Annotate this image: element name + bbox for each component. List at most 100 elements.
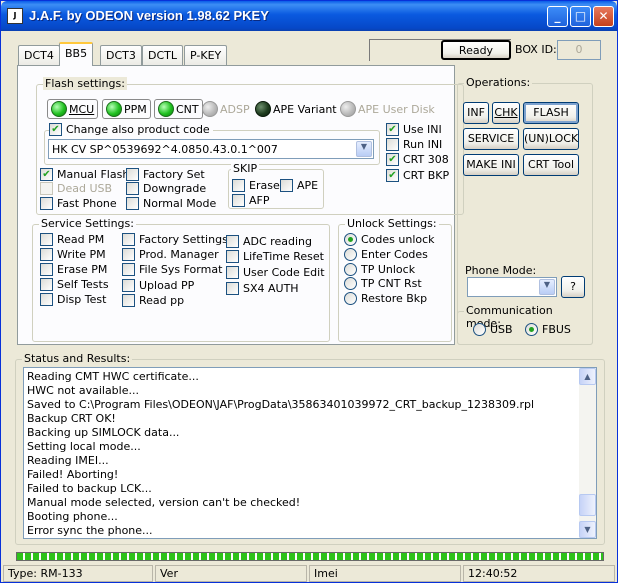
lifetime-reset-label: LifeTime Reset [243, 250, 324, 263]
disp-test-checkbox[interactable]: Disp Test [40, 293, 106, 306]
checkbox-icon [40, 248, 53, 261]
scroll-thumb[interactable] [579, 494, 596, 516]
crt-308-checkbox[interactable]: CRT 308 [386, 153, 449, 166]
prod-manager-checkbox[interactable]: Prod. Manager [122, 248, 219, 261]
log-line: Manual mode selected, version can't be c… [27, 496, 301, 509]
service-settings-title: Service Settings: [39, 217, 136, 230]
read-pp-checkbox[interactable]: Read pp [122, 294, 184, 307]
crt-bkp-checkbox[interactable]: CRT BKP [386, 169, 449, 182]
tab-bb5[interactable]: BB5 [59, 42, 94, 66]
normal-mode-label: Normal Mode [143, 197, 217, 210]
skip-ape-label: APE [297, 179, 319, 192]
tab-p-key[interactable]: P-KEY [184, 45, 228, 65]
factory-settings-checkbox[interactable]: Factory Settings [122, 233, 228, 246]
log-line: Setting local mode... [27, 440, 141, 453]
read-pm-checkbox[interactable]: Read PM [40, 233, 104, 246]
led-icon [158, 101, 174, 117]
self-tests-checkbox[interactable]: Self Tests [40, 278, 109, 291]
phone-mode-select[interactable]: ▼ [467, 277, 557, 297]
sx4-auth-label: SX4 AUTH [243, 282, 299, 295]
flash-button[interactable]: FLASH [523, 102, 579, 124]
cnt-toggle[interactable]: CNT [154, 99, 203, 119]
file-sys-format-checkbox[interactable]: File Sys Format [122, 263, 222, 276]
checkbox-icon [232, 194, 245, 207]
fbus-radio[interactable]: FBUS [525, 323, 571, 336]
box-id-label: BOX ID: [515, 43, 557, 56]
minimize-button[interactable]: _ [547, 6, 568, 27]
ape-variant-label: APE Variant [273, 102, 337, 116]
skip-erase-checkbox[interactable]: Erase [232, 179, 280, 192]
normal-mode-checkbox[interactable]: Normal Mode [126, 197, 216, 210]
upload-pp-label: Upload PP [139, 279, 195, 292]
mcu-toggle[interactable]: MCU [47, 99, 99, 119]
log-line: Failed to backup LCK... [27, 482, 152, 495]
disp-test-label: Disp Test [57, 293, 107, 306]
dead-usb-checkbox[interactable]: Dead USB [40, 182, 112, 195]
chevron-down-icon[interactable]: ▼ [539, 279, 555, 295]
crt-tool-button[interactable]: CRT Tool [523, 154, 579, 176]
skip-afp-label: AFP [249, 194, 270, 207]
checkbox-icon [280, 179, 293, 192]
ape-variant-toggle[interactable]: APE Variant [255, 99, 337, 119]
ready-button[interactable]: Ready [441, 40, 511, 60]
checkbox-icon [386, 138, 399, 151]
checkbox-icon [122, 263, 135, 276]
usb-radio[interactable]: USB [473, 323, 513, 336]
ppm-toggle[interactable]: PPM [102, 99, 151, 119]
downgrade-checkbox[interactable]: Downgrade [126, 182, 206, 195]
box-id-field: 0 [557, 40, 601, 60]
unlock-button[interactable]: (UN)LOCK [523, 128, 579, 150]
restore-bkp-radio[interactable]: Restore Bkp [344, 292, 427, 305]
codes-unlock-radio[interactable]: Codes unlock [344, 233, 435, 246]
use-ini-checkbox[interactable]: Use INI [386, 123, 442, 136]
ppm-label: PPM [124, 102, 147, 116]
status-scrollbar[interactable]: ▲ ▼ [579, 368, 596, 538]
status-log[interactable]: Reading CMT HWC certificate... HWC not a… [23, 367, 597, 539]
title-bar[interactable]: J J.A.F. by ODEON version 1.98.62 PKEY _… [1, 1, 617, 31]
log-line: Failed! Aborting! [27, 468, 119, 481]
inf-button[interactable]: INF [463, 102, 489, 124]
close-button[interactable]: ✕ [593, 6, 614, 27]
change-product-code-checkbox[interactable]: Change also product code [49, 123, 213, 136]
ape-user-disk-toggle[interactable]: APE User Disk [340, 99, 435, 119]
scroll-up-icon[interactable]: ▲ [579, 368, 596, 385]
product-code-select[interactable]: HK CV SP^0539692^4.0850.43.0.1^007 ▼ [48, 139, 374, 159]
tp-cnt-rst-radio[interactable]: TP CNT Rst [344, 277, 422, 290]
fbus-label: FBUS [542, 323, 571, 336]
chk-button[interactable]: CHK [492, 102, 520, 124]
radio-icon [344, 263, 357, 276]
manual-flash-checkbox[interactable]: Manual Flash [40, 168, 129, 181]
tp-unlock-radio[interactable]: TP Unlock [344, 263, 415, 276]
lifetime-reset-checkbox[interactable]: LifeTime Reset [226, 250, 324, 263]
checkbox-icon [126, 197, 139, 210]
tab-dct3[interactable]: DCT3 [100, 45, 142, 65]
jaf-app-icon[interactable]: J [7, 8, 23, 24]
adc-reading-checkbox[interactable]: ADC reading [226, 235, 312, 248]
sx4-auth-checkbox[interactable]: SX4 AUTH [226, 282, 299, 295]
factory-set-checkbox[interactable]: Factory Set [126, 168, 205, 181]
maximize-button[interactable]: □ [570, 6, 591, 27]
skip-afp-checkbox[interactable]: AFP [232, 194, 270, 207]
bb5-tab-panel: Flash settings: MCU PPM CNT ADSP APE Var… [17, 65, 464, 345]
fast-phone-checkbox[interactable]: Fast Phone [40, 197, 117, 210]
run-ini-checkbox[interactable]: Run INI [386, 138, 442, 151]
flash-settings-title: Flash settings: [43, 77, 127, 90]
skip-ape-checkbox[interactable]: APE [280, 179, 318, 192]
erase-pm-checkbox[interactable]: Erase PM [40, 263, 107, 276]
phone-mode-help-button[interactable]: ? [561, 276, 585, 298]
enter-codes-radio[interactable]: Enter Codes [344, 248, 428, 261]
radio-icon [344, 233, 357, 246]
service-button[interactable]: SERVICE [463, 128, 519, 150]
led-icon [340, 101, 356, 117]
tab-dctl[interactable]: DCTL [142, 45, 183, 65]
chevron-down-icon[interactable]: ▼ [356, 141, 372, 157]
upload-pp-checkbox[interactable]: Upload PP [122, 279, 194, 292]
tab-dct4[interactable]: DCT4 [18, 45, 60, 65]
scroll-down-icon[interactable]: ▼ [579, 521, 596, 538]
adsp-toggle[interactable]: ADSP [202, 99, 250, 119]
user-code-edit-checkbox[interactable]: User Code Edit [226, 266, 325, 279]
make-ini-button[interactable]: MAKE INI [463, 154, 519, 176]
downgrade-label: Downgrade [143, 182, 207, 195]
write-pm-checkbox[interactable]: Write PM [40, 248, 106, 261]
crt-bkp-label: CRT BKP [403, 169, 450, 182]
